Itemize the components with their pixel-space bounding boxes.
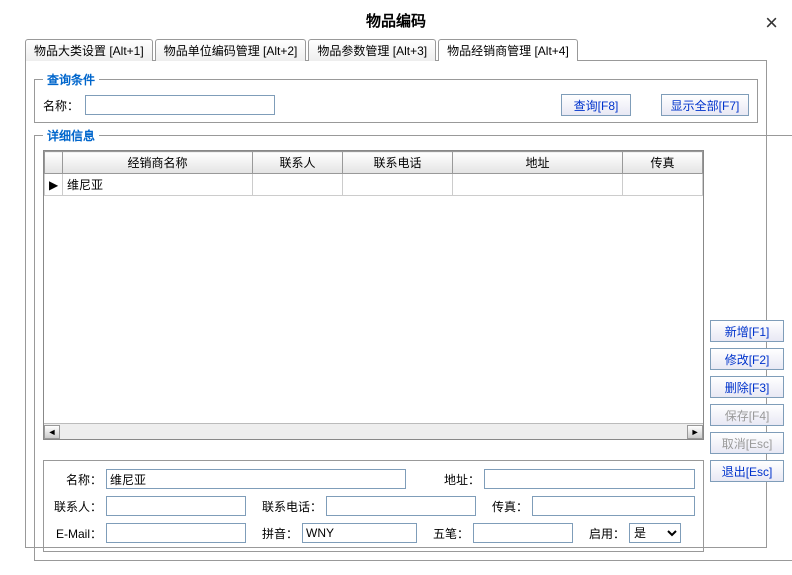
cell-addr[interactable] (453, 174, 623, 196)
grid-header-name[interactable]: 经销商名称 (63, 152, 253, 174)
cancel-button[interactable]: 取消[Esc] (710, 432, 784, 454)
save-button[interactable]: 保存[F4] (710, 404, 784, 426)
detail-fieldset: 详细信息 经销商名称 联系人 联系电话 地址 (34, 127, 792, 561)
tab-unit[interactable]: 物品单位编码管理 [Alt+2] (155, 39, 307, 61)
form-phone-input[interactable] (326, 496, 476, 516)
query-name-label: 名称： (43, 97, 79, 114)
query-fieldset: 查询条件 名称： 查询[F8] 显示全部[F7] (34, 71, 758, 123)
cell-contact[interactable] (253, 174, 343, 196)
tab-bar: 物品大类设置 [Alt+1] 物品单位编码管理 [Alt+2] 物品参数管理 [… (25, 39, 767, 61)
grid-header-contact[interactable]: 联系人 (253, 152, 343, 174)
form-pinyin-input[interactable] (302, 523, 417, 543)
form-name-input[interactable] (106, 469, 406, 489)
form-phone-label: 联系电话： (262, 498, 322, 515)
query-name-input[interactable] (85, 95, 275, 115)
cell-phone[interactable] (343, 174, 453, 196)
form-wubi-label: 五笔： (433, 525, 469, 542)
form-enable-label: 启用： (589, 525, 625, 542)
scroll-right-icon[interactable]: ► (687, 425, 703, 439)
form-enable-select[interactable]: 是 否 (629, 523, 681, 543)
cell-name[interactable]: 维尼亚 (63, 174, 253, 196)
add-button[interactable]: 新增[F1] (710, 320, 784, 342)
form-addr-label: 地址： (440, 471, 480, 488)
form-contact-input[interactable] (106, 496, 246, 516)
edit-button[interactable]: 修改[F2] (710, 348, 784, 370)
form-email-input[interactable] (106, 523, 246, 543)
form-name-label: 名称： (52, 471, 102, 488)
tab-distributor[interactable]: 物品经销商管理 [Alt+4] (438, 39, 578, 61)
grid-header-addr[interactable]: 地址 (453, 152, 623, 174)
edit-form: 名称： 地址： 联系人： 联系电话： 传真： (43, 460, 704, 552)
data-grid[interactable]: 经销商名称 联系人 联系电话 地址 传真 ▶ 维尼亚 (43, 150, 704, 440)
exit-button[interactable]: 退出[Esc] (710, 460, 784, 482)
delete-button[interactable]: 删除[F3] (710, 376, 784, 398)
form-contact-label: 联系人： (52, 498, 102, 515)
grid-header-fax[interactable]: 传真 (623, 152, 703, 174)
row-marker-icon: ▶ (45, 174, 63, 196)
form-pinyin-label: 拼音： (262, 525, 298, 542)
window-title: 物品编码 (0, 0, 792, 39)
form-fax-label: 传真： (492, 498, 528, 515)
side-button-group: 新增[F1] 修改[F2] 删除[F3] 保存[F4] 取消[Esc] (710, 150, 784, 454)
close-icon[interactable]: × (765, 12, 778, 34)
form-email-label: E-Mail： (52, 525, 102, 542)
horizontal-scrollbar[interactable]: ◄ ► (44, 423, 703, 439)
tab-category[interactable]: 物品大类设置 [Alt+1] (25, 39, 153, 61)
form-wubi-input[interactable] (473, 523, 573, 543)
detail-legend: 详细信息 (43, 127, 99, 144)
cell-fax[interactable] (623, 174, 703, 196)
form-fax-input[interactable] (532, 496, 695, 516)
query-legend: 查询条件 (43, 71, 99, 88)
grid-header-row: 经销商名称 联系人 联系电话 地址 传真 (45, 152, 703, 174)
scroll-left-icon[interactable]: ◄ (44, 425, 60, 439)
main-panel: 查询条件 名称： 查询[F8] 显示全部[F7] 详细信息 (25, 60, 767, 548)
table-row[interactable]: ▶ 维尼亚 (45, 174, 703, 196)
tab-param[interactable]: 物品参数管理 [Alt+3] (308, 39, 436, 61)
search-button[interactable]: 查询[F8] (561, 94, 631, 116)
grid-header-marker (45, 152, 63, 174)
grid-header-phone[interactable]: 联系电话 (343, 152, 453, 174)
form-addr-input[interactable] (484, 469, 695, 489)
show-all-button[interactable]: 显示全部[F7] (661, 94, 749, 116)
